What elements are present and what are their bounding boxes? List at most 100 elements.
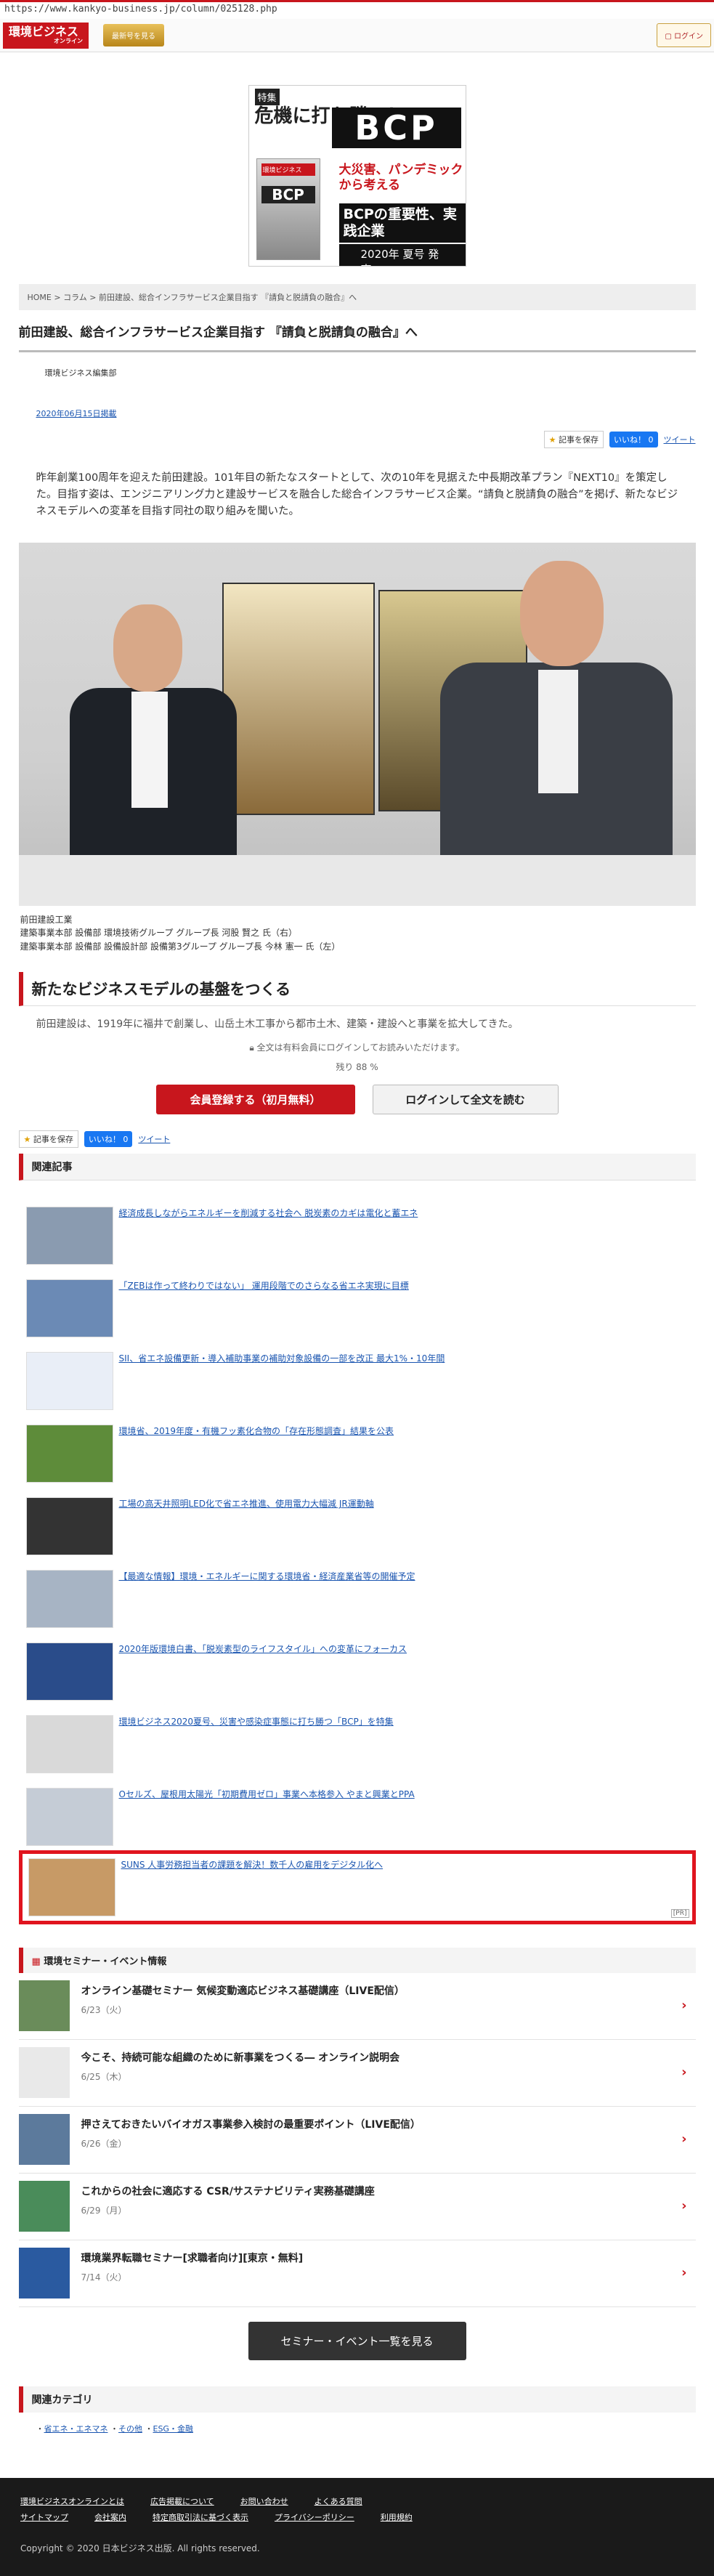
footer-link[interactable]: プライバシーポリシー [275,2511,354,2523]
login-button[interactable]: ▢ ログイン [657,23,711,47]
magazine-button[interactable]: 最新号を見る [103,24,164,46]
footer-link[interactable]: 環境ビジネスオンラインとは [20,2495,124,2507]
star-icon: ★ [23,1135,33,1145]
ad-title[interactable]: SUNS 人事労務担当者の課題を解決！数千人の雇用をデジタル化へ [121,1858,384,1871]
tweet-link[interactable]: ツイート [138,1133,170,1145]
footer-link[interactable]: 会社案内 [94,2511,126,2523]
seminar-thumbnail [18,2181,70,2232]
footer-link[interactable]: 利用規約 [381,2511,413,2523]
seminar-item[interactable]: 環境業界転職セミナー[求職者向け][東京・無料] 7/14（火） › [18,2240,696,2308]
seminar-item[interactable]: オンライン基礎セミナー 気候変動適応ビジネス基礎講座（LIVE配信） 6/23（火… [18,1973,696,2041]
seminar-title[interactable]: オンライン基礎セミナー 気候変動適応ビジネス基礎講座（LIVE配信） [81,1983,405,1998]
pr-badge: [PR] [670,1909,689,1919]
person-right [411,560,673,906]
facebook-like-button[interactable]: いいね！ 0 [609,432,658,447]
magazine-banner[interactable]: 特集 危機に打ち勝つ！ BCP 環境ビジネス BCP 大災害、パンデミックから考… [248,85,466,267]
star-icon: ★ [548,435,559,445]
lock-icon: 🔒︎ [249,1042,257,1053]
copyright: Copyright © 2020 日本ビジネス出版. All rights re… [20,2543,260,2554]
register-button[interactable]: 会員登録する（初月無料） [155,1085,355,1115]
related-item[interactable]: 工場の高天井照明LED化で省エネ推進、使用電力大幅減 JR運動軸 [19,1487,696,1560]
related-title[interactable]: 工場の高天井照明LED化で省エネ推進、使用電力大幅減 JR運動軸 [119,1497,374,1510]
footer-link[interactable]: サイトマップ [20,2511,68,2523]
site-header: 環境ビジネス オンライン 最新号を見る ▢ ログイン [0,19,714,52]
caption-line: 建築事業本部 設備部 環境技術グループ グループ長 河股 賢之 氏（右） [20,928,297,939]
seminar-more-button[interactable]: セミナー・イベント一覧を見る [248,2322,466,2361]
share-bar-bottom: ★ 記事を保存 いいね！ 0 ツイート [18,1130,696,1149]
seminar-text: 環境業界転職セミナー[求職者向け][東京・無料] 7/14（火） [81,2248,304,2283]
related-thumbnail[interactable] [25,1352,113,1411]
seminar-title[interactable]: 押さえておきたいバイオガス事業参入検討の最重要ポイント（LIVE配信） [81,2117,421,2131]
chevron-right-icon[interactable]: › [681,2065,686,2080]
related-item[interactable]: Oセルズ、屋根用太陽光「初期費用ゼロ」事業へ本格参入 やまと興業とPPA [19,1778,696,1850]
related-item[interactable]: 環境ビジネス2020夏号、災害や感染症事態に打ち勝つ「BCP」を特集 [19,1705,696,1778]
seminar-item[interactable]: これからの社会に適応する CSR/サステナビリティ実務基礎講座 6/29（月） › [18,2174,696,2241]
site-logo[interactable]: 環境ビジネス オンライン [3,22,89,49]
photo-caption: 前田建設工業 建築事業本部 設備部 環境技術グループ グループ長 河股 賢之 氏… [19,913,696,954]
facebook-like-button[interactable]: いいね！ 0 [84,1131,133,1148]
site-footer: 環境ビジネスオンラインとは 広告掲載について お問い合わせ よくある質問 サイト… [0,2478,714,2576]
related-item[interactable]: 「ZEBは作って終わりではない」 運用段階でのさらなる省エネ実現に目標 [19,1269,696,1342]
paywall-note: 🔒︎ 全文は有料会員にログインしてお読みいただけます。 [19,1041,696,1053]
seminar-title[interactable]: 今こそ、持続可能な組織のために新事業をつくる― オンライン説明会 [81,2050,400,2065]
chevron-right-icon[interactable]: › [681,2131,686,2147]
related-ad-item[interactable]: SUNS 人事労務担当者の課題を解決！数千人の雇用をデジタル化へ [PR] [18,1850,696,1925]
related-title[interactable]: SII、省エネ設備更新・導入補助事業の補助対象設備の一部を改正 最大1%・10年… [119,1352,445,1364]
related-thumbnail[interactable] [25,1497,113,1556]
category-link[interactable]: ESG・金融 [153,2424,193,2434]
caption-line: 建築事業本部 設備部 設備設計部 設備第3グループ グループ長 今林 憲一 氏（… [20,941,341,952]
related-thumbnail[interactable] [25,1715,113,1774]
seminar-heading-text: 環境セミナー・イベント情報 [44,1956,167,1968]
related-thumbnail[interactable] [25,1279,113,1338]
footer-link[interactable]: 特定商取引法に基づく表示 [153,2511,248,2523]
related-item[interactable]: SII、省エネ設備更新・導入補助事業の補助対象設備の一部を改正 最大1%・10年… [19,1342,696,1414]
url-text: https://www.kankyo-business.jp/column/02… [4,4,277,15]
calendar-icon: ▦ [31,1956,44,1968]
save-article-button[interactable]: ★ 記事を保存 [18,1130,78,1149]
related-item[interactable]: 経済成長しながらエネルギーを削減する社会へ 脱炭素のカギは電化と蓄エネ [19,1196,696,1269]
article-date[interactable]: 2020年06月15日掲載 [36,409,117,418]
related-thumbnail[interactable] [25,1570,113,1629]
related-title[interactable]: 2020年版環境白書、「脱炭素型のライフスタイル」への変革にフォーカス [119,1643,407,1655]
seminar-title[interactable]: これからの社会に適応する CSR/サステナビリティ実務基礎講座 [81,2184,375,2198]
related-item[interactable]: 2020年版環境白書、「脱炭素型のライフスタイル」への変革にフォーカス [19,1632,696,1705]
footer-link[interactable]: よくある質問 [315,2495,362,2507]
seminar-title[interactable]: 環境業界転職セミナー[求職者向け][東京・無料] [81,2251,304,2265]
seminar-text: 今こそ、持続可能な組織のために新事業をつくる― オンライン説明会 6/25（木） [81,2047,400,2083]
related-item[interactable]: 【最適な情報】環境・エネルギーに関する環境省・経済産業省等の開催予定 [19,1560,696,1632]
related-title[interactable]: Oセルズ、屋根用太陽光「初期費用ゼロ」事業へ本格参入 やまと興業とPPA [119,1788,415,1800]
seminar-item[interactable]: 押さえておきたいバイオガス事業参入検討の最重要ポイント（LIVE配信） 6/26（… [18,2107,696,2174]
login-read-button[interactable]: ログインして全文を読む [372,1085,559,1115]
seminar-thumbnail [18,2114,70,2166]
related-title[interactable]: 環境ビジネス2020夏号、災害や感染症事態に打ち勝つ「BCP」を特集 [119,1715,394,1728]
related-thumbnail[interactable] [25,1788,113,1847]
related-title[interactable]: 環境省、2019年度・有機フッ素化合物の「存在形態調査」結果を公表 [119,1425,394,1437]
related-title[interactable]: 「ZEBは作って終わりではない」 運用段階でのさらなる省エネ実現に目標 [119,1279,409,1292]
tweet-link[interactable]: ツイート [664,434,696,445]
seminar-heading: ▦ 環境セミナー・イベント情報 [18,1948,696,1974]
url-bar[interactable]: https://www.kankyo-business.jp/column/02… [0,0,714,19]
chevron-right-icon[interactable]: › [681,2198,686,2214]
article-title: 前田建設、総合インフラサービス企業目指す 『請負と脱請負の融合』へ [18,322,696,352]
related-thumbnail[interactable] [25,1425,113,1483]
related-list: 経済成長しながらエネルギーを削減する社会へ 脱炭素のカギは電化と蓄エネ 「ZEBは… [18,1196,696,1925]
footer-link[interactable]: 広告掲載について [150,2495,214,2507]
related-title[interactable]: 【最適な情報】環境・エネルギーに関する環境省・経済産業省等の開催予定 [119,1570,415,1582]
save-label: 記事を保存 [559,435,599,445]
related-item[interactable]: 環境省、2019年度・有機フッ素化合物の「存在形態調査」結果を公表 [19,1414,696,1487]
banner-black-line: BCPの重要性、実践企業 [338,203,466,243]
seminar-text: 押さえておきたいバイオガス事業参入検討の最重要ポイント（LIVE配信） 6/26（… [81,2114,421,2150]
article-intro: 昨年創業100周年を迎えた前田建設。101年目の新たなスタートとして、次の10年… [36,472,678,518]
chevron-right-icon[interactable]: › [681,2265,686,2280]
related-title[interactable]: 経済成長しながらエネルギーを削減する社会へ 脱炭素のカギは電化と蓄エネ [119,1207,418,1219]
chevron-right-icon[interactable]: › [681,1998,686,2013]
category-link[interactable]: 省エネ・エネマネ [44,2424,108,2434]
footer-link[interactable]: お問い合わせ [240,2495,288,2507]
related-thumbnail[interactable] [25,1207,113,1265]
save-article-button[interactable]: ★ 記事を保存 [543,431,604,448]
ad-thumbnail[interactable] [28,1858,115,1917]
category-link[interactable]: その他 [118,2424,142,2434]
related-thumbnail[interactable] [25,1643,113,1701]
breadcrumb[interactable]: HOME > コラム > 前田建設、総合インフラサービス企業目指す 『請負と脱請… [18,284,696,310]
seminar-item[interactable]: 今こそ、持続可能な組織のために新事業をつくる― オンライン説明会 6/25（木） › [18,2040,696,2107]
